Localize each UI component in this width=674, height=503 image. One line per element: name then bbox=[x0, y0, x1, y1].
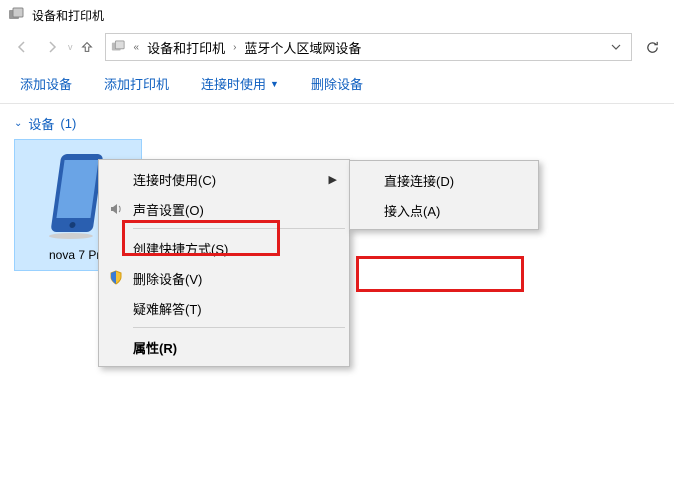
ctx-item-label: 疑难解答(T) bbox=[133, 299, 202, 318]
ctx-troubleshoot[interactable]: 疑难解答(T) bbox=[101, 293, 347, 323]
chevron-down-icon: ⌄ bbox=[14, 118, 22, 129]
command-bar: 添加设备 添加打印机 连接时使用 ▼ 删除设备 bbox=[0, 64, 674, 104]
window-title: 设备和打印机 bbox=[32, 7, 104, 24]
ctx-item-label: 属性(R) bbox=[133, 338, 177, 357]
breadcrumb-part-2[interactable]: 蓝牙个人区域网设备 bbox=[244, 38, 361, 57]
group-label: 设备 bbox=[28, 114, 54, 133]
chevron-right-icon: ▶ bbox=[329, 173, 337, 186]
breadcrumb-part-1[interactable]: 设备和打印机 bbox=[147, 38, 225, 57]
ctx-direct-connect[interactable]: 直接连接(D) bbox=[352, 165, 536, 195]
content-area: ⌄ 设备 (1) nova 7 Pro 连接时使用(C) bbox=[0, 104, 674, 503]
ctx-sound-settings[interactable]: 声音设置(O) bbox=[101, 194, 347, 224]
remove-device-button[interactable]: 删除设备 bbox=[309, 70, 365, 97]
group-count: (1) bbox=[60, 116, 76, 131]
ctx-separator bbox=[133, 228, 345, 229]
ctx-item-label: 创建快捷方式(S) bbox=[133, 239, 228, 258]
nav-back-button[interactable] bbox=[8, 33, 36, 61]
ctx-item-label: 声音设置(O) bbox=[133, 200, 204, 219]
nav-history-caret[interactable]: v bbox=[68, 42, 73, 52]
ctx-item-label: 直接连接(D) bbox=[384, 171, 454, 190]
ctx-item-label: 连接时使用(C) bbox=[133, 170, 216, 189]
ctx-properties[interactable]: 属性(R) bbox=[101, 332, 347, 362]
ctx-separator bbox=[133, 327, 345, 328]
add-printer-button[interactable]: 添加打印机 bbox=[102, 70, 171, 97]
titlebar: 设备和打印机 bbox=[0, 0, 674, 30]
connect-using-button[interactable]: 连接时使用 ▼ bbox=[199, 70, 281, 97]
nav-up-button[interactable] bbox=[75, 33, 99, 61]
ctx-item-label: 删除设备(V) bbox=[133, 269, 202, 288]
chevron-right-icon[interactable]: › bbox=[231, 42, 238, 53]
breadcrumb-sep-icon: « bbox=[132, 42, 142, 53]
context-menu: 连接时使用(C) ▶ 声音设置(O) 创建快捷方式(S) 删除设备(V) 疑难 bbox=[98, 159, 350, 367]
ctx-item-label: 接入点(A) bbox=[384, 201, 440, 220]
ctx-create-shortcut[interactable]: 创建快捷方式(S) bbox=[101, 233, 347, 263]
breadcrumb-icon bbox=[110, 39, 126, 55]
speaker-icon bbox=[107, 200, 125, 218]
refresh-button[interactable] bbox=[638, 33, 666, 61]
ctx-delete-device[interactable]: 删除设备(V) bbox=[101, 263, 347, 293]
shield-icon bbox=[107, 269, 125, 287]
ctx-connect-using[interactable]: 连接时使用(C) ▶ bbox=[101, 164, 347, 194]
breadcrumb-dropdown[interactable] bbox=[605, 40, 627, 55]
connect-using-label: 连接时使用 bbox=[201, 74, 266, 93]
devices-icon bbox=[8, 7, 24, 23]
chevron-down-icon: ▼ bbox=[270, 79, 279, 89]
context-submenu: 直接连接(D) 接入点(A) bbox=[349, 160, 539, 230]
breadcrumb[interactable]: « 设备和打印机 › 蓝牙个人区域网设备 bbox=[105, 33, 633, 61]
ctx-access-point[interactable]: 接入点(A) bbox=[352, 195, 536, 225]
add-device-button[interactable]: 添加设备 bbox=[18, 70, 74, 97]
nav-bar: v « 设备和打印机 › 蓝牙个人区域网设备 bbox=[0, 30, 674, 64]
group-header-devices[interactable]: ⌄ 设备 (1) bbox=[14, 114, 660, 133]
nav-forward-button[interactable] bbox=[38, 33, 66, 61]
